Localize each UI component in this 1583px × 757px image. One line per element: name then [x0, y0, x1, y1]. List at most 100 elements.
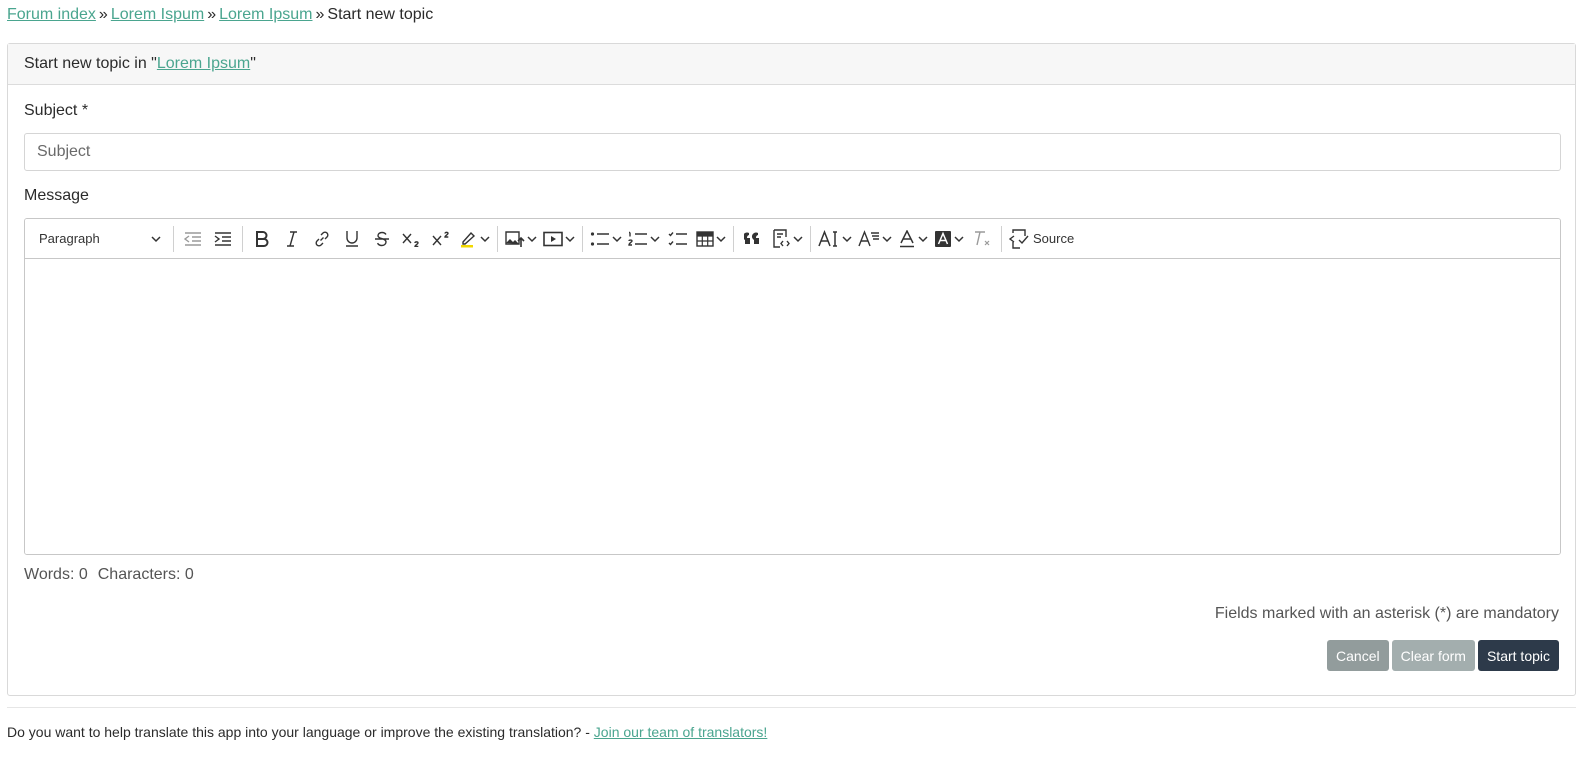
breadcrumb-separator: » — [98, 6, 108, 23]
font-color-dropdown[interactable] — [895, 224, 931, 254]
card-header-suffix: " — [250, 55, 256, 72]
chevron-down-icon — [151, 235, 161, 242]
toolbar-separator — [810, 225, 811, 252]
link-button[interactable] — [307, 224, 337, 254]
font-size-icon — [818, 229, 837, 247]
chevron-down-icon — [918, 235, 928, 242]
subject-label: Subject * — [24, 102, 89, 119]
chevron-down-icon — [793, 235, 803, 242]
remove-format-icon — [975, 230, 990, 245]
card-header-forum-link[interactable]: Lorem Ipsum — [157, 55, 250, 73]
character-count: Characters: 0 — [97, 566, 194, 583]
word-char-counter: Words: 0 Characters: 0 — [24, 566, 194, 584]
font-background-dropdown[interactable] — [931, 224, 967, 254]
breadcrumb-current: Start new topic — [327, 6, 434, 23]
insert-table-dropdown[interactable] — [693, 224, 729, 254]
toolbar-separator — [733, 225, 734, 252]
chevron-down-icon — [480, 235, 490, 242]
toolbar-separator — [173, 225, 174, 252]
message-editor: Paragraph Source — [24, 218, 1561, 555]
blockquote-button[interactable] — [738, 224, 768, 254]
translators-link[interactable]: Join our team of translators! — [594, 724, 768, 740]
chevron-down-icon — [882, 235, 892, 242]
numbered-list-dropdown[interactable] — [625, 224, 663, 254]
insert-image-icon — [505, 230, 525, 247]
toolbar-separator — [582, 225, 583, 252]
breadcrumb: Forum index» Lorem Ispum» Lorem Ipsum» Star… — [7, 4, 433, 26]
paragraph-dropdown[interactable]: Paragraph — [31, 224, 169, 254]
highlight-icon — [461, 231, 476, 247]
underline-button[interactable] — [337, 224, 367, 254]
toolbar-separator — [242, 225, 243, 252]
strikethrough-button[interactable] — [367, 224, 397, 254]
bold-icon — [256, 230, 269, 247]
italic-button[interactable] — [277, 224, 307, 254]
toolbar-separator — [497, 225, 498, 252]
source-label: Source — [1033, 231, 1075, 246]
bold-button[interactable] — [247, 224, 277, 254]
outdent-icon — [184, 231, 201, 246]
subscript-button[interactable] — [397, 224, 427, 254]
table-icon — [696, 230, 714, 247]
bulleted-list-icon — [590, 231, 609, 246]
clear-form-button[interactable]: Clear form — [1391, 640, 1475, 671]
subscript-icon — [402, 233, 419, 247]
strikethrough-icon — [375, 231, 389, 246]
blockquote-icon — [744, 232, 759, 244]
breadcrumb-separator: » — [315, 6, 325, 23]
media-embed-icon — [543, 231, 563, 246]
word-count: Words: 0 — [24, 566, 88, 583]
breadcrumb-lorem-ipsum[interactable]: Lorem Ipsum — [219, 6, 312, 23]
source-button[interactable]: Source — [1006, 224, 1077, 254]
font-background-icon — [935, 230, 951, 247]
italic-icon — [287, 230, 297, 247]
chevron-down-icon — [612, 235, 622, 242]
mandatory-notice: Fields marked with an asterisk (*) are m… — [1214, 605, 1559, 622]
form-actions: Cancel Clear form Start topic — [1327, 640, 1559, 671]
new-topic-card: Start new topic in " Lorem Ipsum " Subject… — [7, 43, 1576, 696]
link-icon — [315, 230, 329, 247]
editor-content-area[interactable] — [25, 259, 1560, 554]
card-header: Start new topic in " Lorem Ipsum " — [8, 44, 1575, 85]
numbered-list-icon — [628, 231, 647, 246]
paragraph-label: Paragraph — [39, 231, 100, 246]
breadcrumb-separator: » — [207, 6, 217, 23]
font-family-dropdown[interactable] — [855, 224, 895, 254]
remove-format-button[interactable] — [967, 224, 997, 254]
cancel-button[interactable]: Cancel — [1327, 640, 1389, 671]
chevron-down-icon — [716, 235, 726, 242]
source-icon — [1009, 228, 1029, 249]
todo-list-icon — [668, 231, 687, 246]
highlight-dropdown[interactable] — [457, 224, 493, 254]
chevron-down-icon — [650, 235, 660, 242]
code-block-icon — [773, 228, 790, 248]
breadcrumb-lorem-ispum[interactable]: Lorem Ispum — [111, 6, 204, 23]
bulleted-list-dropdown[interactable] — [587, 224, 625, 254]
font-size-dropdown[interactable] — [815, 224, 855, 254]
indent-button[interactable] — [208, 224, 238, 254]
font-family-icon — [858, 229, 879, 246]
footer: Do you want to help translate this app i… — [7, 724, 767, 740]
toolbar-separator — [1001, 225, 1002, 252]
media-embed-dropdown[interactable] — [540, 224, 578, 254]
card-header-prefix: Start new topic in " — [24, 55, 157, 72]
superscript-icon — [432, 231, 449, 245]
superscript-button[interactable] — [427, 224, 457, 254]
chevron-down-icon — [565, 235, 575, 242]
subject-input[interactable] — [24, 133, 1561, 171]
code-block-dropdown[interactable] — [768, 224, 806, 254]
start-topic-button[interactable]: Start topic — [1477, 640, 1559, 671]
breadcrumb-forum-index[interactable]: Forum index — [7, 6, 96, 23]
todo-list-button[interactable] — [663, 224, 693, 254]
editor-toolbar: Paragraph Source — [25, 219, 1560, 259]
footer-divider — [7, 707, 1576, 708]
message-label: Message — [24, 187, 89, 204]
chevron-down-icon — [842, 235, 852, 242]
outdent-button[interactable] — [178, 224, 208, 254]
insert-image-dropdown[interactable] — [502, 224, 540, 254]
chevron-down-icon — [527, 235, 537, 242]
footer-text: Do you want to help translate this app i… — [7, 724, 594, 740]
font-color-icon — [900, 229, 914, 247]
indent-icon — [214, 231, 231, 246]
underline-icon — [346, 231, 358, 247]
